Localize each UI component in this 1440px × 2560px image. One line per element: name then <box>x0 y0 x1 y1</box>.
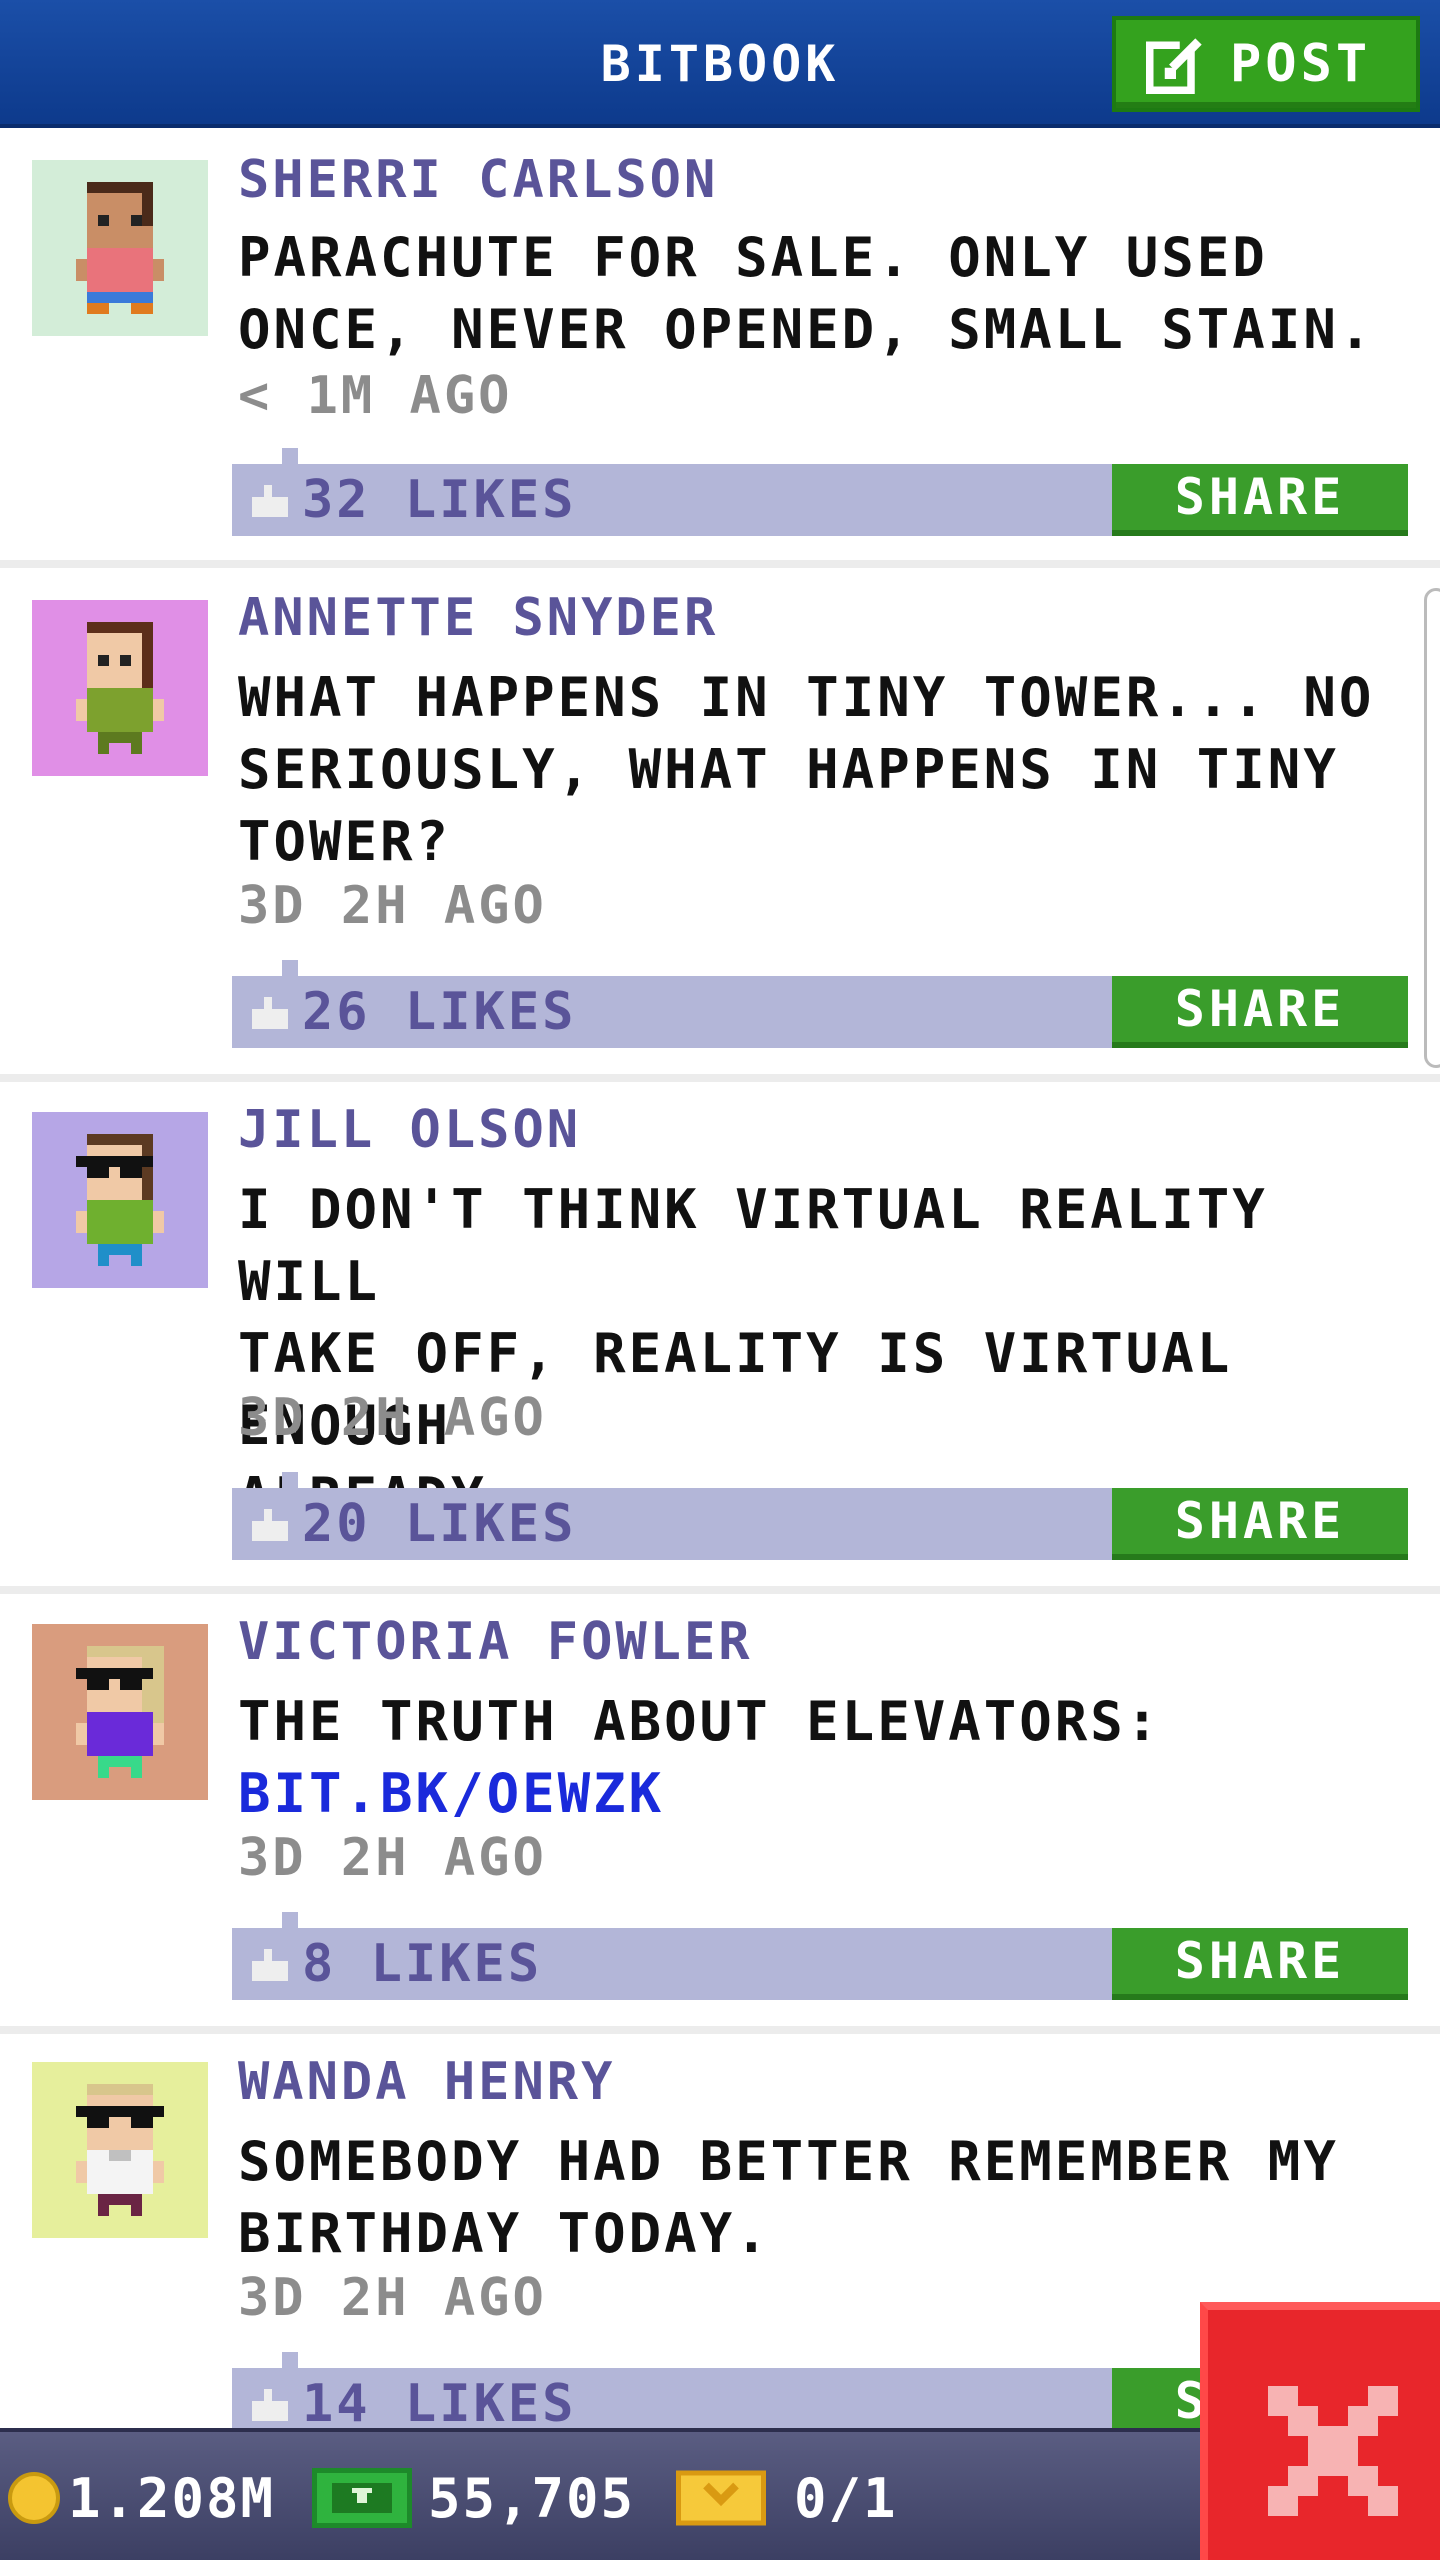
like-bar-tab <box>282 2352 298 2372</box>
post-timestamp: 3D 2H AGO <box>238 876 547 936</box>
woman-glasses-avatar[interactable] <box>32 1112 208 1288</box>
scrollbar[interactable] <box>1424 588 1440 1068</box>
share-button[interactable]: SHARE <box>1112 464 1408 536</box>
close-icon <box>1268 2386 1398 2516</box>
like-bar-tab <box>282 448 298 468</box>
coin-icon <box>8 2472 60 2524</box>
post-author[interactable]: VICTORIA FOWLER <box>238 1610 753 1674</box>
like-bar[interactable]: 26 LIKES SHARE <box>232 960 1408 1048</box>
thumbs-up-icon <box>252 485 288 517</box>
ticket-icon <box>676 2470 766 2526</box>
like-count: 8 LIKES <box>302 1934 543 1994</box>
avatar-icon <box>32 2062 208 2238</box>
post-author[interactable]: JILL OLSON <box>238 1098 581 1162</box>
post-body-line: SERIOUSLY, WHAT HAPPENS IN TINY <box>238 738 1339 801</box>
post-body-line: THE TRUTH ABOUT ELEVATORS: <box>238 1690 1162 1753</box>
thumbs-up-icon <box>252 1509 288 1541</box>
post-author[interactable]: SHERRI CARLSON <box>238 148 718 212</box>
share-button[interactable]: SHARE <box>1112 1488 1408 1560</box>
share-button[interactable]: SHARE <box>1112 976 1408 1048</box>
tickets-value: 0/1 <box>794 2466 898 2530</box>
post-body-line: ONCE, NEVER OPENED, SMALL STAIN. <box>238 298 1375 361</box>
thumbs-up-icon <box>252 2389 288 2421</box>
post-body-line: WHAT HAPPENS IN TINY TOWER... NO <box>238 666 1375 729</box>
close-button[interactable] <box>1200 2302 1440 2560</box>
bux-stat: 55,705 <box>312 2432 635 2560</box>
tickets-stat: 0/1 <box>676 2432 898 2560</box>
post-author[interactable]: ANNETTE SNYDER <box>238 586 718 650</box>
post-button-label: POST <box>1230 34 1372 94</box>
feed-post: ANNETTE SNYDER WHAT HAPPENS IN TINY TOWE… <box>0 568 1440 1082</box>
post-body-line: PARACHUTE FOR SALE. ONLY USED <box>238 226 1268 289</box>
post-body: WHAT HAPPENS IN TINY TOWER... NO SERIOUS… <box>238 662 1418 878</box>
like-bar[interactable]: 20 LIKES SHARE <box>232 1472 1408 1560</box>
post-body: PARACHUTE FOR SALE. ONLY USED ONCE, NEVE… <box>238 222 1418 366</box>
woman-sunglasses-avatar[interactable] <box>32 1624 208 1800</box>
woman-green-shirt-avatar[interactable] <box>32 600 208 776</box>
bux-icon <box>312 2468 412 2528</box>
avatar-icon <box>32 600 208 776</box>
post-body-line: BIRTHDAY TODAY. <box>238 2202 771 2265</box>
like-bar-tab <box>282 960 298 980</box>
post-timestamp: 3D 2H AGO <box>238 1388 547 1448</box>
like-count: 26 LIKES <box>302 982 577 1042</box>
avatar-icon <box>32 1112 208 1288</box>
like-count: 14 LIKES <box>302 2374 577 2428</box>
post-body: SOMEBODY HAD BETTER REMEMBER MY BIRTHDAY… <box>238 2126 1418 2270</box>
like-bar-tab <box>282 1912 298 1932</box>
feed-post: SHERRI CARLSON PARACHUTE FOR SALE. ONLY … <box>0 132 1440 568</box>
coins-stat: 1.208M <box>8 2432 275 2560</box>
like-count: 32 LIKES <box>302 470 577 530</box>
post-timestamp: < 1M AGO <box>238 366 513 426</box>
woman-pink-shirt-avatar[interactable] <box>32 160 208 336</box>
like-bar[interactable]: 8 LIKES SHARE <box>232 1912 1408 2000</box>
like-bar[interactable]: 32 LIKES SHARE <box>232 448 1408 536</box>
like-bar-tab <box>282 1472 298 1492</box>
feed-post: VICTORIA FOWLER THE TRUTH ABOUT ELEVATOR… <box>0 1592 1440 2034</box>
app-header: BITBOOK POST <box>0 0 1440 128</box>
avatar-icon <box>32 160 208 336</box>
post-body-line: TOWER? <box>238 810 452 873</box>
like-count: 20 LIKES <box>302 1494 577 1554</box>
post-timestamp: 3D 2H AGO <box>238 2268 547 2328</box>
thumbs-up-icon <box>252 1949 288 1981</box>
avatar-icon <box>32 1624 208 1800</box>
post-button[interactable]: POST <box>1112 16 1420 112</box>
post-body-line: SOMEBODY HAD BETTER REMEMBER MY <box>238 2130 1339 2193</box>
coins-value: 1.208M <box>68 2466 276 2530</box>
post-link[interactable]: BIT.BK/OEWZK <box>238 1758 1418 1830</box>
post-timestamp: 3D 2H AGO <box>238 1828 547 1888</box>
post-body: I DON'T THINK VIRTUAL REALITY WILL TAKE … <box>238 1174 1418 1534</box>
post-author[interactable]: WANDA HENRY <box>238 2050 615 2114</box>
bux-value: 55,705 <box>428 2466 636 2530</box>
compose-icon <box>1146 37 1203 94</box>
feed-post: JILL OLSON I DON'T THINK VIRTUAL REALITY… <box>0 1080 1440 1594</box>
post-feed[interactable]: SHERRI CARLSON PARACHUTE FOR SALE. ONLY … <box>0 132 1440 2428</box>
share-button[interactable]: SHARE <box>1112 1928 1408 2000</box>
post-body-line: I DON'T THINK VIRTUAL REALITY WILL <box>238 1178 1268 1313</box>
thumbs-up-icon <box>252 997 288 1029</box>
divider <box>0 560 1440 568</box>
post-body: THE TRUTH ABOUT ELEVATORS: BIT.BK/OEWZK <box>238 1686 1418 1830</box>
man-sunglasses-avatar[interactable] <box>32 2062 208 2238</box>
